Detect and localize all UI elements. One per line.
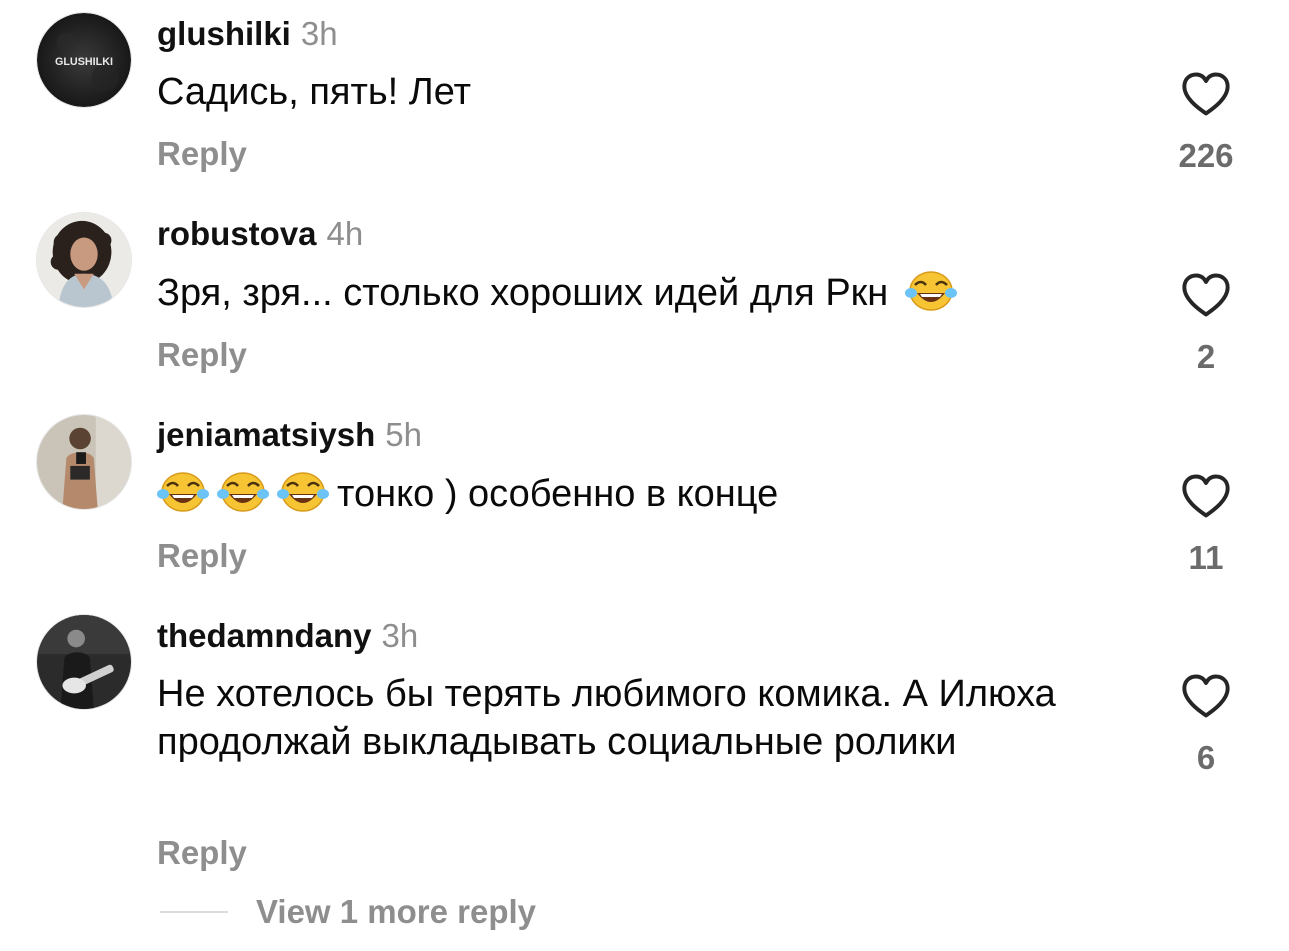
reply-button[interactable]: Reply <box>157 134 247 174</box>
comment-text-line: Зря, зря... столько хороших идей для Ркн <box>157 269 1117 317</box>
like-group: 226 <box>1160 70 1252 176</box>
comment-text: тонко ) особенно в конце <box>337 473 779 515</box>
timestamp: 3h <box>300 15 338 52</box>
comment-header: robustova 4h <box>157 214 363 254</box>
comment-header: glushilki 3h <box>157 14 338 54</box>
username[interactable]: jeniamatsiysh <box>157 416 375 453</box>
like-group: 2 <box>1160 271 1252 377</box>
timestamp: 3h <box>381 617 419 654</box>
view-more-replies-button[interactable]: View 1 more reply <box>160 890 536 934</box>
view-more-label: View 1 more reply <box>256 893 537 930</box>
like-count: 226 <box>1178 137 1234 174</box>
heart-outline-icon[interactable] <box>1180 672 1232 720</box>
comment-header: jeniamatsiysh 5h <box>157 415 422 455</box>
comment-text: Зря, зря... столько хороших идей для Ркн <box>157 272 889 314</box>
reply-button[interactable]: Reply <box>157 335 247 375</box>
username[interactable]: thedamndany <box>157 617 372 654</box>
like-group: 6 <box>1160 672 1252 778</box>
heart-outline-icon[interactable] <box>1180 271 1232 319</box>
reply-button[interactable]: Reply <box>157 536 247 576</box>
like-count: 2 <box>1196 338 1216 375</box>
like-count: 6 <box>1196 739 1216 776</box>
timestamp: 4h <box>326 215 364 252</box>
heart-outline-icon[interactable] <box>1180 472 1232 520</box>
avatar-image <box>37 415 131 509</box>
username[interactable]: glushilki <box>157 15 291 52</box>
like-group: 11 <box>1160 472 1252 578</box>
comment-header: thedamndany 3h <box>157 616 418 656</box>
avatar-jeniamatsiysh[interactable] <box>36 414 132 510</box>
avatar-thedamndany[interactable] <box>36 614 132 710</box>
avatar-image <box>37 213 131 307</box>
avatar-image: GLUSHILKI <box>37 13 131 107</box>
face-with-tears-of-joy-emoji <box>904 269 957 313</box>
face-with-tears-of-joy-emoji <box>217 470 269 514</box>
timestamp: 5h <box>385 416 422 453</box>
avatar-robustova[interactable] <box>36 212 132 308</box>
divider-line <box>160 911 228 913</box>
like-count: 11 <box>1188 539 1224 576</box>
avatar-glushilki[interactable]: GLUSHILKI <box>36 12 132 108</box>
comment-text: Садись, пять! Лет <box>157 71 472 113</box>
avatar-logo-text: GLUSHILKI <box>55 56 113 68</box>
heart-outline-icon[interactable] <box>1180 70 1232 118</box>
face-with-tears-of-joy-emoji <box>157 470 209 514</box>
username[interactable]: robustova <box>157 215 317 252</box>
face-with-tears-of-joy-emoji <box>277 470 329 514</box>
comment-text: Не хотелось бы терять любимого комика. А… <box>157 673 1056 763</box>
reply-button[interactable]: Reply <box>157 833 247 873</box>
avatar-image <box>37 615 131 709</box>
comment-text-line: тонко ) особенно в конце <box>157 470 1117 518</box>
